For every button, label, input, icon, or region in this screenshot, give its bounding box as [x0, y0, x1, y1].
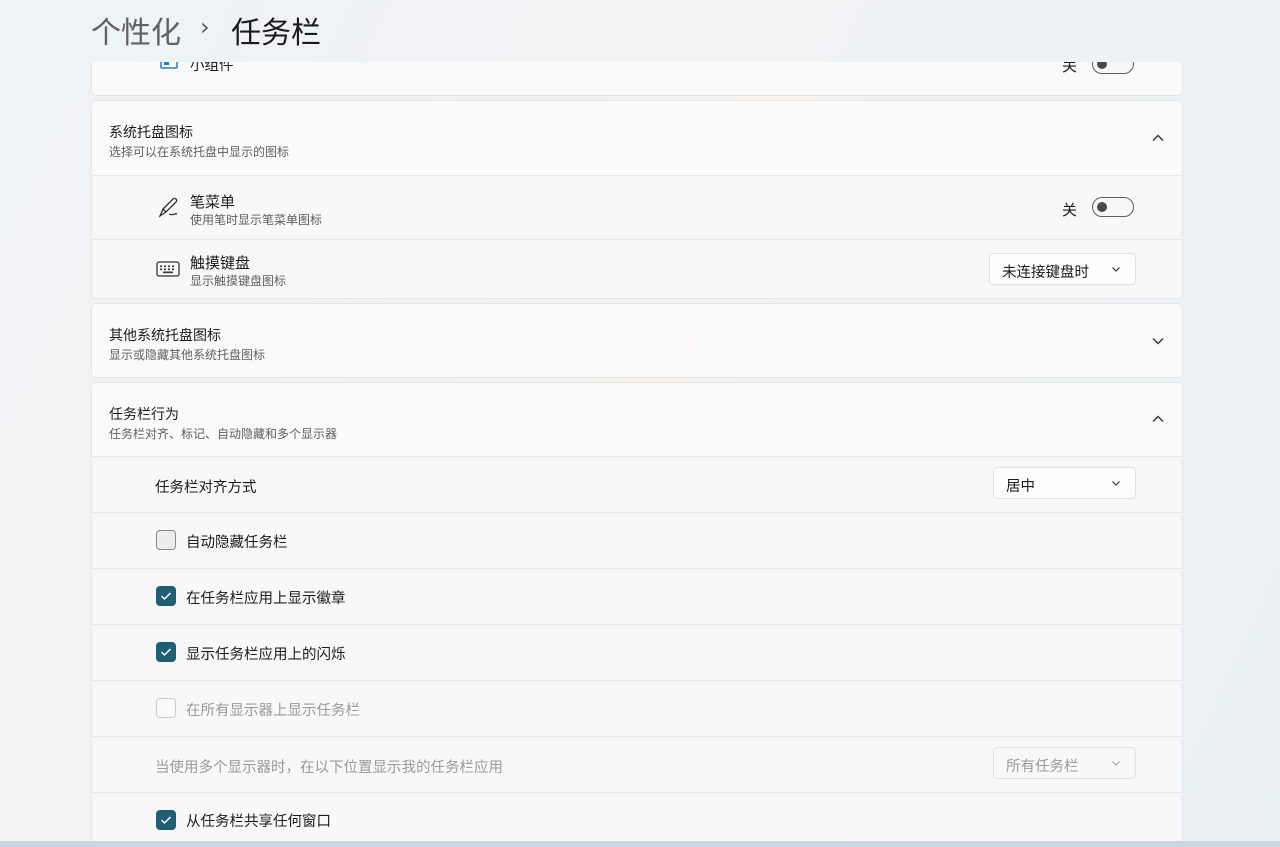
- flashing-row: 显示任务栏应用上的闪烁: [91, 624, 1183, 680]
- touch-keyboard-row: 触摸键盘 显示触摸键盘图标 未连接键盘时: [91, 239, 1183, 299]
- auto-hide-label: 自动隐藏任务栏: [186, 535, 288, 551]
- chevron-down-icon: [1112, 761, 1120, 766]
- alignment-dropdown-value: 居中: [1006, 479, 1035, 495]
- checkmark-icon: [161, 648, 171, 656]
- badges-checkbox[interactable]: [156, 586, 176, 606]
- chevron-down-icon[interactable]: [1151, 334, 1165, 348]
- share-window-label: 从任务栏共享任何窗口: [186, 814, 331, 830]
- system-tray-subtitle: 选择可以在系统托盘中显示的图标: [109, 145, 290, 159]
- pen-menu-toggle[interactable]: [1092, 197, 1134, 217]
- chevron-down-icon: [1112, 481, 1120, 486]
- other-tray-title: 其他系统托盘图标: [109, 328, 221, 344]
- checkmark-icon: [161, 816, 171, 824]
- pen-menu-row: 笔菜单 使用笔时显示笔菜单图标 关: [91, 175, 1183, 239]
- page-title: 任务栏: [231, 16, 321, 51]
- share-window-checkbox[interactable]: [156, 810, 176, 830]
- chevron-up-icon[interactable]: [1151, 131, 1165, 145]
- badges-row: 在任务栏应用上显示徽章: [91, 568, 1183, 624]
- page-header: 个性化 › 任务栏: [0, 0, 1280, 62]
- multi-display-dropdown-value: 所有任务栏: [1006, 759, 1079, 775]
- alignment-dropdown[interactable]: 居中: [993, 467, 1136, 499]
- auto-hide-checkbox[interactable]: [156, 530, 176, 550]
- all-displays-label: 在所有显示器上显示任务栏: [186, 703, 360, 719]
- chevron-up-icon[interactable]: [1151, 412, 1165, 426]
- touch-keyboard-subtitle: 显示触摸键盘图标: [190, 274, 287, 288]
- system-tray-title: 系统托盘图标: [109, 125, 193, 141]
- flashing-checkbox[interactable]: [156, 642, 176, 662]
- pen-icon: [158, 197, 178, 218]
- alignment-row: 任务栏对齐方式 居中: [91, 456, 1183, 512]
- taskbar-behavior-subtitle: 任务栏对齐、标记、自动隐藏和多个显示器: [109, 427, 338, 441]
- badges-label: 在任务栏应用上显示徽章: [186, 591, 346, 607]
- taskbar-edge: [0, 841, 1280, 847]
- keyboard-icon: [156, 261, 180, 277]
- pen-menu-toggle-state: 关: [1062, 201, 1078, 219]
- multi-display-dropdown[interactable]: 所有任务栏: [993, 747, 1136, 779]
- all-displays-checkbox[interactable]: [156, 698, 176, 718]
- checkmark-icon: [161, 592, 171, 600]
- pen-menu-title: 笔菜单: [190, 193, 236, 211]
- touch-keyboard-dropdown-value: 未连接键盘时: [1002, 265, 1089, 281]
- system-tray-section[interactable]: 系统托盘图标 选择可以在系统托盘中显示的图标: [91, 100, 1183, 175]
- flashing-label: 显示任务栏应用上的闪烁: [186, 647, 346, 663]
- pen-menu-subtitle: 使用笔时显示笔菜单图标: [190, 213, 323, 227]
- all-displays-row: 在所有显示器上显示任务栏: [91, 680, 1183, 736]
- multi-display-label: 当使用多个显示器时，在以下位置显示我的任务栏应用: [155, 760, 503, 776]
- chevron-down-icon: [1112, 267, 1120, 272]
- share-window-row: 从任务栏共享任何窗口: [91, 792, 1183, 841]
- touch-keyboard-dropdown[interactable]: 未连接键盘时: [989, 253, 1136, 285]
- breadcrumb-separator-icon: ›: [200, 13, 210, 41]
- taskbar-behavior-title: 任务栏行为: [109, 407, 179, 423]
- breadcrumb-parent[interactable]: 个性化: [91, 8, 181, 52]
- touch-keyboard-title: 触摸键盘: [190, 254, 251, 272]
- multi-display-row: 当使用多个显示器时，在以下位置显示我的任务栏应用 所有任务栏: [91, 736, 1183, 792]
- alignment-label: 任务栏对齐方式: [155, 480, 257, 496]
- other-tray-subtitle: 显示或隐藏其他系统托盘图标: [109, 348, 266, 362]
- taskbar-behavior-section[interactable]: 任务栏行为 任务栏对齐、标记、自动隐藏和多个显示器: [91, 382, 1183, 456]
- other-tray-section[interactable]: 其他系统托盘图标 显示或隐藏其他系统托盘图标: [91, 303, 1183, 378]
- auto-hide-row: 自动隐藏任务栏: [91, 512, 1183, 568]
